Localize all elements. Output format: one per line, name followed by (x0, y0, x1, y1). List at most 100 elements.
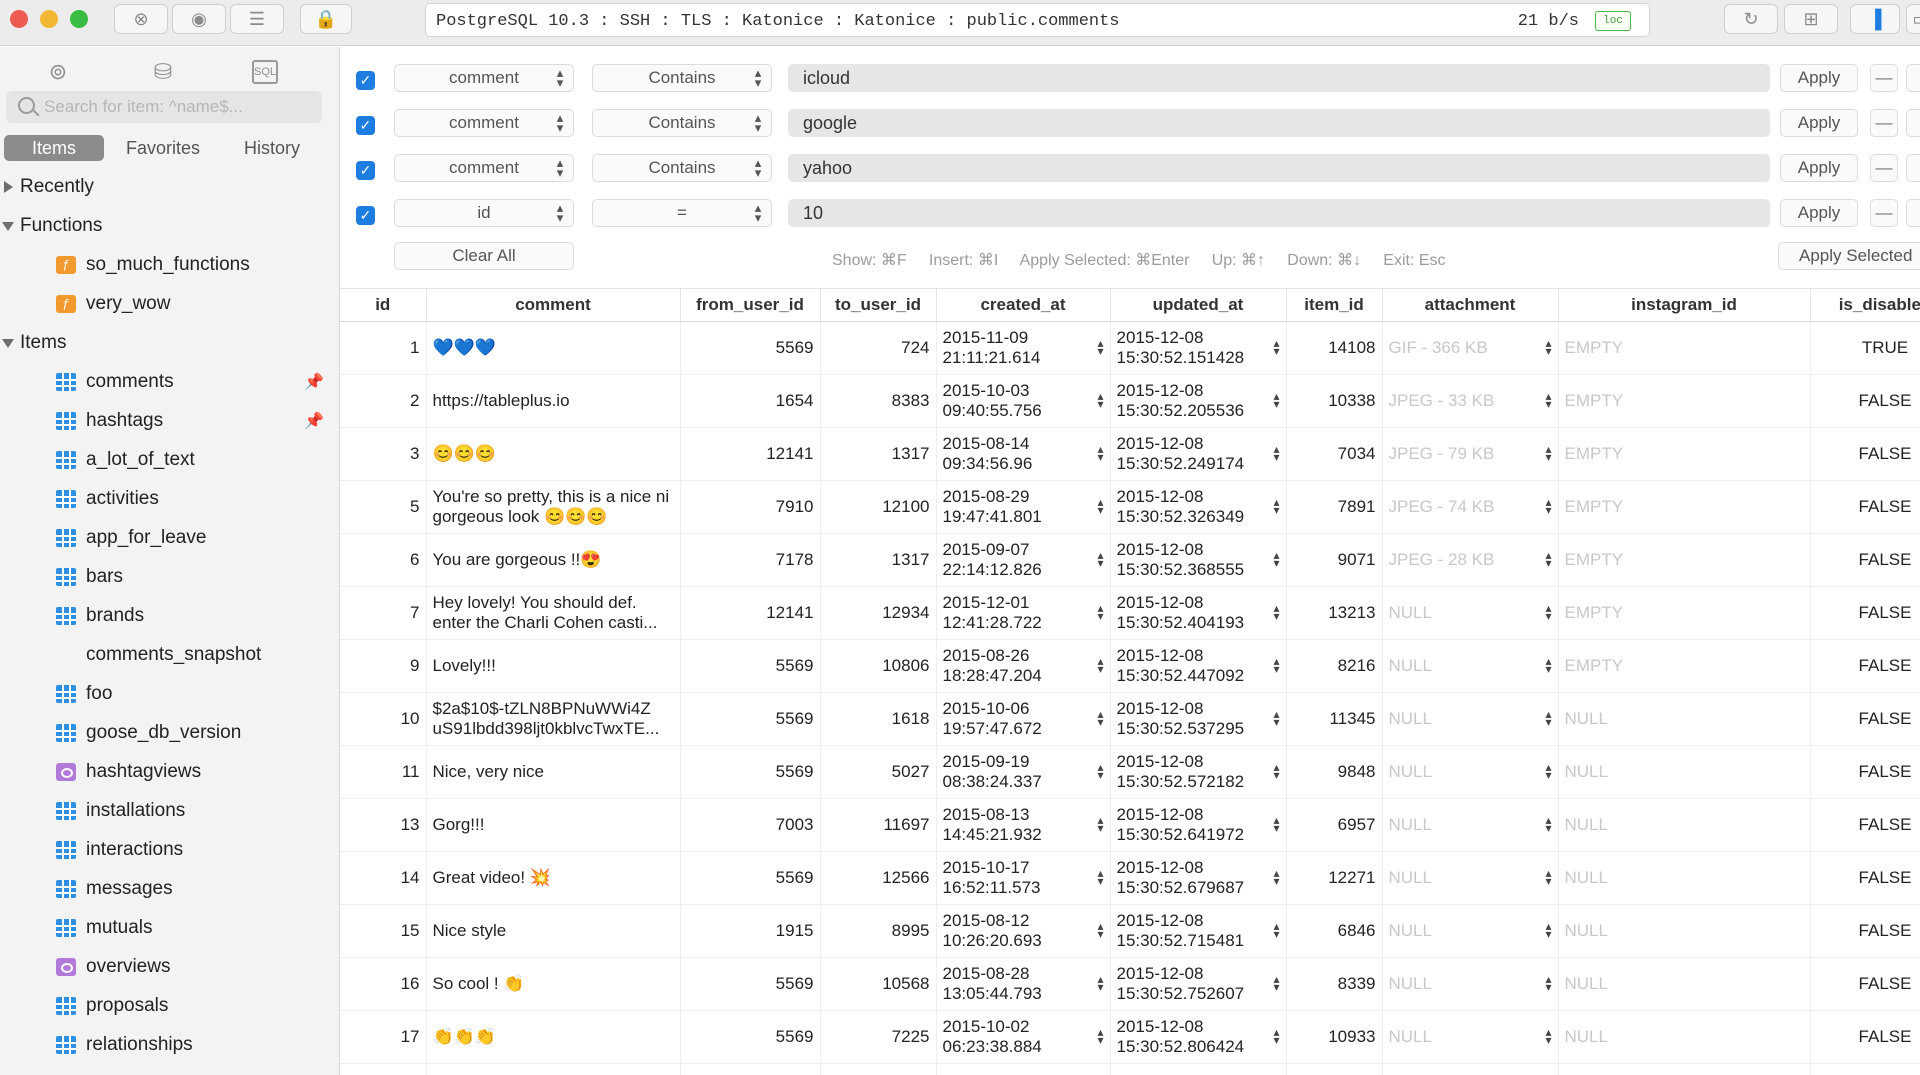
cell-is-disabled[interactable]: FALSE (1810, 904, 1920, 958)
cell-created-at[interactable]: 2015-10-17 16:52:11.573 ▴ ▾ (936, 851, 1111, 905)
tab-history[interactable]: History (222, 135, 322, 161)
updown-chevron-icon[interactable]: ▴ ▾ (1545, 337, 1551, 357)
updown-chevron-icon[interactable]: ▴ ▾ (1545, 443, 1551, 463)
cell-from-user-id[interactable]: 1654 (680, 374, 821, 428)
column-header-is-disabled[interactable]: is_disabled (1810, 289, 1920, 322)
remove-filter-button[interactable]: — (1870, 154, 1898, 182)
updown-chevron-icon[interactable]: ▴ ▾ (1545, 814, 1551, 834)
column-header-attachment[interactable]: attachment (1382, 289, 1559, 322)
updown-chevron-icon[interactable]: ▴ ▾ (1097, 337, 1103, 357)
updown-chevron-icon[interactable]: ▴ ▾ (1097, 708, 1103, 728)
updown-chevron-icon[interactable]: ▴ ▾ (1545, 655, 1551, 675)
cell-item-id[interactable]: 14108 (1286, 321, 1383, 375)
updown-chevron-icon[interactable]: ▴ ▾ (1273, 920, 1279, 940)
cell-instagram-id[interactable]: NULL (1558, 745, 1811, 799)
cell-from-user-id[interactable]: 7178 (680, 533, 821, 587)
filter-column-select[interactable]: comment ▴ ▾ (394, 154, 574, 182)
cell-updated-at[interactable]: 2015-12-08 15:30:52.404193 ▴ ▾ (1110, 586, 1287, 640)
cell-created-at[interactable]: 2015-12-01 12:41:28.722 ▴ ▾ (936, 586, 1111, 640)
refresh-button[interactable]: ↻ (1724, 4, 1778, 34)
sidebar-search[interactable] (6, 91, 322, 123)
cell-instagram-id[interactable]: NULL (1558, 798, 1811, 852)
close-window-button[interactable] (10, 10, 28, 28)
cell-to-user-id[interactable]: 8995 (820, 904, 937, 958)
cell-id[interactable]: 6 (340, 533, 427, 587)
updown-chevron-icon[interactable]: ▴ ▾ (1273, 708, 1279, 728)
cell-to-user-id[interactable]: 724 (820, 321, 937, 375)
pin-icon[interactable]: 📌 (304, 372, 324, 392)
column-header-created-at[interactable]: created_at (936, 289, 1111, 322)
cell-from-user-id[interactable]: 1915 (680, 904, 821, 958)
updown-chevron-icon[interactable]: ▴ ▾ (1545, 867, 1551, 887)
sidebar-item-comments-snapshot[interactable]: comments_snapshot (0, 639, 339, 671)
cell-created-at[interactable]: 2015-11-09 21:11:21.614 ▴ ▾ (936, 321, 1111, 375)
cell-attachment[interactable]: NULL ▴ ▾ (1382, 957, 1559, 1011)
cell-attachment[interactable]: NULL ▴ ▾ (1382, 904, 1559, 958)
cell-is-disabled[interactable]: FALSE (1810, 798, 1920, 852)
cell-created-at[interactable]: 2015-11-04▴▾ (936, 1063, 1111, 1075)
updown-chevron-icon[interactable]: ▴ ▾ (1097, 602, 1103, 622)
sidebar-item-overviews[interactable]: overviews (0, 951, 339, 983)
table-row[interactable]: 1 💙💙💙 5569 724 2015-11-09 21:11:21.614 ▴ ▾ 2015-… (340, 321, 1920, 375)
sidebar-item-so-much-functions[interactable]: ƒ so_much_functions (0, 249, 339, 281)
cell-is-disabled[interactable]: FALSE (1810, 586, 1920, 640)
cell-item-id[interactable]: 13213 (1286, 586, 1383, 640)
cell-is-disabled[interactable]: FALSE (1810, 427, 1920, 481)
cell-id[interactable]: 2 (340, 374, 427, 428)
cell-comment[interactable]: Lovely!!! (426, 639, 681, 693)
cell-updated-at[interactable]: 2015-12-08 15:30:52.537295 ▴ ▾ (1110, 692, 1287, 746)
cell-instagram-id[interactable]: EMPTY (1558, 480, 1811, 534)
cell-created-at[interactable]: 2015-08-12 10:26:20.693 ▴ ▾ (936, 904, 1111, 958)
updown-chevron-icon[interactable]: ▴ ▾ (1545, 390, 1551, 410)
group-items[interactable]: Items (0, 327, 339, 359)
cell-id[interactable]: 14 (340, 851, 427, 905)
cell-item-id[interactable]: 11345 (1286, 692, 1383, 746)
cell-item-id[interactable] (1286, 1063, 1383, 1075)
cell-item-id[interactable]: 8339 (1286, 957, 1383, 1011)
sidebar-item-very-wow[interactable]: ƒ very_wow (0, 288, 339, 320)
cell-item-id[interactable]: 7034 (1286, 427, 1383, 481)
preview-button[interactable]: ◉ (172, 4, 226, 34)
cell-updated-at[interactable]: 2015-12-08 15:30:52.447092 ▴ ▾ (1110, 639, 1287, 693)
cell-comment[interactable]: So cool ! 👏 (426, 957, 681, 1011)
cell-comment[interactable]: You are gorgeous !!😍 (426, 533, 681, 587)
filter-column-select[interactable]: id ▴ ▾ (394, 199, 574, 227)
table-row[interactable]: 5 You're so pretty, this is a nice ni gor… (340, 480, 1920, 534)
sidebar-item-relationships[interactable]: relationships (0, 1029, 339, 1061)
cell-attachment[interactable]: NULL ▴ ▾ (1382, 586, 1559, 640)
column-header-comment[interactable]: comment (426, 289, 681, 322)
database-icon[interactable]: ⛁ (148, 57, 178, 87)
cell-comment[interactable]: Great video! 💥 (426, 851, 681, 905)
cell-instagram-id[interactable]: EMPTY (1558, 321, 1811, 375)
cell-attachment[interactable]: JPEG - 28 KB ▴ ▾ (1382, 533, 1559, 587)
updown-chevron-icon[interactable]: ▴ ▾ (1273, 1026, 1279, 1046)
cell-to-user-id[interactable]: 10568 (820, 957, 937, 1011)
cell-updated-at[interactable]: 2015-12-08 15:30:52.151428 ▴ ▾ (1110, 321, 1287, 375)
sidebar-item-interactions[interactable]: interactions (0, 834, 339, 866)
cell-comment[interactable]: $2a$10$-tZLN8BPNuWWi4Z uS91lbdd398ljt0kb… (426, 692, 681, 746)
sidebar-item-brands[interactable]: brands (0, 600, 339, 632)
cell-instagram-id[interactable]: NULL (1558, 851, 1811, 905)
group-functions[interactable]: Functions (0, 210, 339, 242)
cell-id[interactable]: 11 (340, 745, 427, 799)
sidebar-item-bars[interactable]: bars (0, 561, 339, 593)
cell-to-user-id[interactable]: 10806 (820, 639, 937, 693)
tab-items[interactable]: Items (4, 135, 104, 161)
updown-chevron-icon[interactable]: ▴ ▾ (1097, 814, 1103, 834)
cell-from-user-id[interactable]: 7910 (680, 480, 821, 534)
cell-attachment[interactable]: NULL ▴ ▾ (1382, 1010, 1559, 1064)
sidebar-item-installations[interactable]: installations (0, 795, 339, 827)
cell-instagram-id[interactable]: NULL (1558, 1010, 1811, 1064)
sidebar-search-input[interactable] (44, 93, 314, 121)
toggle-sidebar-button[interactable]: ▐ (1850, 4, 1900, 34)
cell-attachment[interactable]: NULL ▴ ▾ (1382, 639, 1559, 693)
cell-item-id[interactable]: 10338 (1286, 374, 1383, 428)
sql-icon[interactable]: SQL (252, 60, 278, 84)
cell-from-user-id[interactable]: 5569 (680, 639, 821, 693)
column-header-to-user-id[interactable]: to_user_id (820, 289, 937, 322)
updown-chevron-icon[interactable]: ▴ ▾ (1097, 549, 1103, 569)
cell-id[interactable]: 9 (340, 639, 427, 693)
cell-is-disabled[interactable]: FALSE (1810, 957, 1920, 1011)
apply-selected-button[interactable]: Apply Selected (1778, 242, 1920, 270)
cell-item-id[interactable]: 9848 (1286, 745, 1383, 799)
